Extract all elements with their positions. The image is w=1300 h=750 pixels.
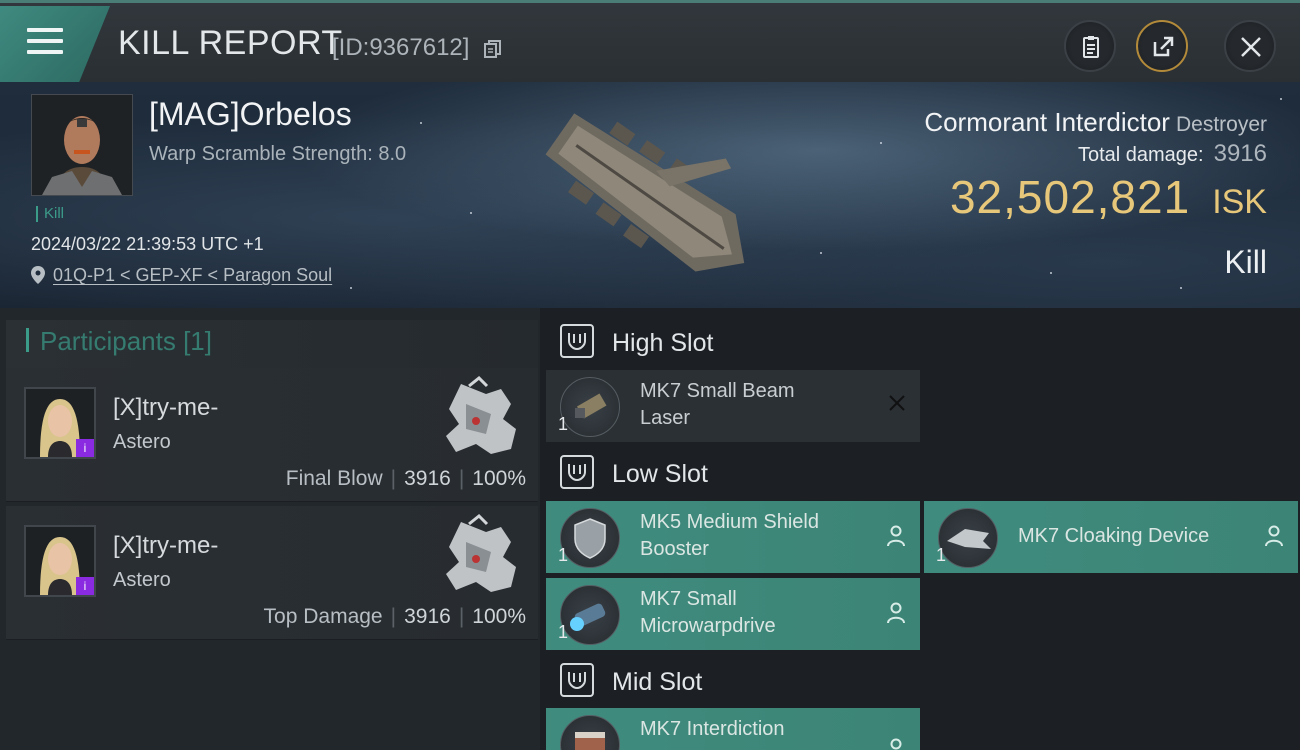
attacker-ship-image [446, 513, 516, 592]
victim-pilot-name[interactable]: [MAG]Orbelos [149, 96, 352, 133]
menu-button[interactable] [0, 6, 110, 82]
kill-location[interactable]: 01Q-P1 < GEP-XF < Paragon Soul [31, 265, 332, 286]
module-name: MK7 Interdiction [640, 718, 785, 740]
isk-currency: ISK [1212, 183, 1267, 221]
destroyed-x-icon [889, 395, 905, 411]
location-link[interactable]: 01Q-P1 < GEP-XF < Paragon Soul [53, 265, 332, 285]
fittings-panel: High Slot 1 MK7 Small Beam Laser Low Slo… [540, 308, 1300, 750]
person-icon [887, 525, 905, 547]
attacker-portrait[interactable]: i [24, 387, 96, 459]
kill-result: Kill [1224, 244, 1267, 280]
report-id: [ID:9367612] [332, 34, 470, 61]
participants-header: Participants [1] [6, 320, 538, 368]
share-icon [1153, 36, 1174, 57]
total-damage-label: Total damage: [1077, 144, 1204, 166]
attacker-percent: 100% [472, 605, 526, 628]
module-qty: 1 [558, 414, 569, 434]
clipboard-icon [1083, 36, 1099, 58]
kill-timestamp: 2024/03/22 21:39:53 UTC +1 [31, 234, 264, 254]
module-item[interactable]: 1 MK7 Small Microwarpdrive [546, 578, 920, 650]
person-icon [890, 738, 902, 750]
participant-row[interactable]: i [X]try-me- Astero Final Blow | 3916 | 100% [6, 368, 538, 502]
module-qty: 1 [558, 545, 569, 565]
victim-header: [MAG]Orbelos Warp Scramble Strength: 8.0… [0, 82, 1300, 308]
mid-slot-title: Mid Slot [612, 668, 703, 696]
module-name: MK7 Cloaking Device [1018, 525, 1210, 547]
slot-icon [560, 663, 594, 697]
copy-icon[interactable] [484, 40, 502, 58]
victim-avatar [32, 95, 132, 195]
shield-icon [560, 508, 620, 568]
hamburger-icon [27, 28, 63, 58]
attacker-damage: 3916 [404, 605, 451, 628]
attacker-name[interactable]: [X]try-me- [113, 394, 218, 422]
interdiction-icon [560, 715, 620, 750]
attacker-ship: Astero [113, 569, 171, 591]
kill-tag: Kill [36, 206, 64, 222]
cloak-icon [938, 508, 998, 568]
module-name: MK5 Medium Shield Booster [640, 511, 819, 560]
share-button[interactable] [1136, 20, 1188, 72]
module-item[interactable]: MK7 Interdiction [546, 708, 920, 750]
attacker-badge: i [76, 439, 94, 457]
attacker-role: Top Damage [263, 605, 383, 628]
microwarpdrive-icon [560, 585, 620, 645]
close-button[interactable] [1224, 20, 1276, 72]
victim-ship-class: Destroyer [1175, 113, 1267, 136]
person-icon [887, 602, 905, 624]
slot-icon [560, 455, 594, 489]
victim-ship-image [545, 113, 745, 272]
isk-value: 32,502,821 [949, 171, 1191, 223]
top-bar: KILL REPORT [ID:9367612] [0, 0, 1300, 82]
page-title: KILL REPORT [118, 24, 343, 62]
attacker-badge: i [76, 577, 94, 595]
attacker-portrait[interactable]: i [24, 525, 96, 597]
participants-title: Participants [1] [40, 326, 212, 356]
module-item[interactable]: 1 MK5 Medium Shield Booster [546, 501, 920, 573]
laser-icon [560, 377, 620, 437]
attacker-ship: Astero [113, 431, 171, 453]
module-name: MK7 Small Beam Laser [640, 380, 795, 429]
total-damage-value: 3916 [1213, 140, 1267, 167]
attacker-name[interactable]: [X]try-me- [113, 532, 218, 560]
attacker-ship-image [446, 375, 516, 454]
location-pin-icon [31, 266, 45, 284]
attacker-percent: 100% [472, 467, 526, 490]
high-slot-title: High Slot [612, 329, 714, 357]
close-icon [1241, 37, 1261, 57]
module-name: MK7 Small Microwarpdrive [640, 588, 776, 637]
module-item[interactable]: 1 MK7 Small Beam Laser [546, 370, 920, 442]
low-slot-title: Low Slot [612, 460, 708, 488]
module-qty: 1 [936, 545, 947, 565]
module-qty: 1 [558, 622, 569, 642]
participants-panel: Participants [1] i [X]try-me- Astero Fin… [0, 308, 540, 750]
participant-row[interactable]: i [X]try-me- Astero Top Damage | 3916 | 100% [6, 506, 538, 640]
victim-portrait[interactable] [31, 94, 133, 196]
attacker-role: Final Blow [285, 467, 383, 490]
attacker-damage: 3916 [404, 467, 451, 490]
victim-ship-name[interactable]: Cormorant Interdictor [924, 107, 1170, 137]
notes-button[interactable] [1064, 20, 1116, 72]
person-icon [1265, 525, 1283, 547]
warp-scramble-strength: Warp Scramble Strength: 8.0 [149, 143, 407, 165]
slot-icon [560, 324, 594, 358]
module-item[interactable]: 1 MK7 Cloaking Device [924, 501, 1298, 573]
